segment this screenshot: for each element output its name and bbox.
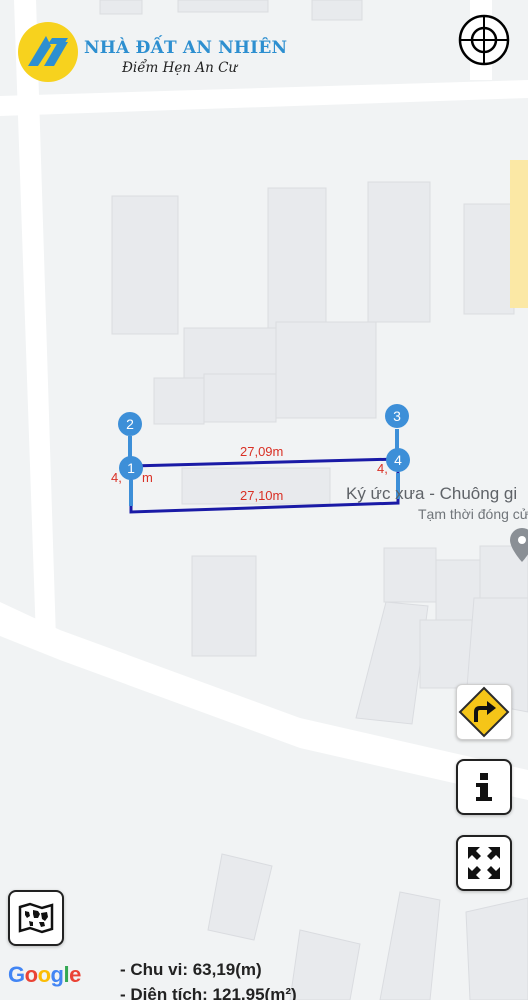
brand-name: NHÀ ĐẤT AN NHIÊN <box>84 38 288 58</box>
perimeter-text: - Chu vi: 63,19(m) <box>120 960 262 979</box>
info-icon <box>476 773 492 801</box>
marker-1-label: 1 <box>127 460 135 476</box>
turn-right-icon <box>458 686 510 738</box>
expand-icon <box>468 847 500 879</box>
edge-label-right: 4, <box>377 461 388 476</box>
logo-icon <box>18 22 78 82</box>
marker-4-label: 4 <box>394 452 402 468</box>
fullscreen-button[interactable] <box>456 835 512 891</box>
brand-logo: NHÀ ĐẤT AN NHIÊN Điểm Hẹn An Cư <box>18 22 288 84</box>
map-type-button[interactable] <box>8 890 64 946</box>
edge-label-top: 27,09m <box>240 444 283 459</box>
parcel-stats: - Chu vi: 63,19(m) - Diện tích: 121,95(m… <box>120 957 297 1000</box>
marker-2-label: 2 <box>126 416 134 432</box>
locate-button[interactable] <box>456 12 512 68</box>
edge-label-left-b: m <box>142 470 153 485</box>
poi-name[interactable]: Ký ức xưa - Chuông gi <box>346 484 517 504</box>
brand-slogan: Điểm Hẹn An Cư <box>122 60 238 76</box>
area-text: - Diện tích: 121,95(m²) <box>120 985 297 1000</box>
marker-3-label: 3 <box>393 408 401 424</box>
edge-label-bottom: 27,10m <box>240 488 283 503</box>
directions-button[interactable] <box>456 684 512 740</box>
info-button[interactable] <box>456 759 512 815</box>
world-map-icon <box>18 902 54 934</box>
yellow-area <box>510 160 528 308</box>
poi-status: Tạm thời đóng cử <box>418 506 528 522</box>
crosshair-icon <box>458 14 510 66</box>
google-logo: Google <box>8 962 81 987</box>
